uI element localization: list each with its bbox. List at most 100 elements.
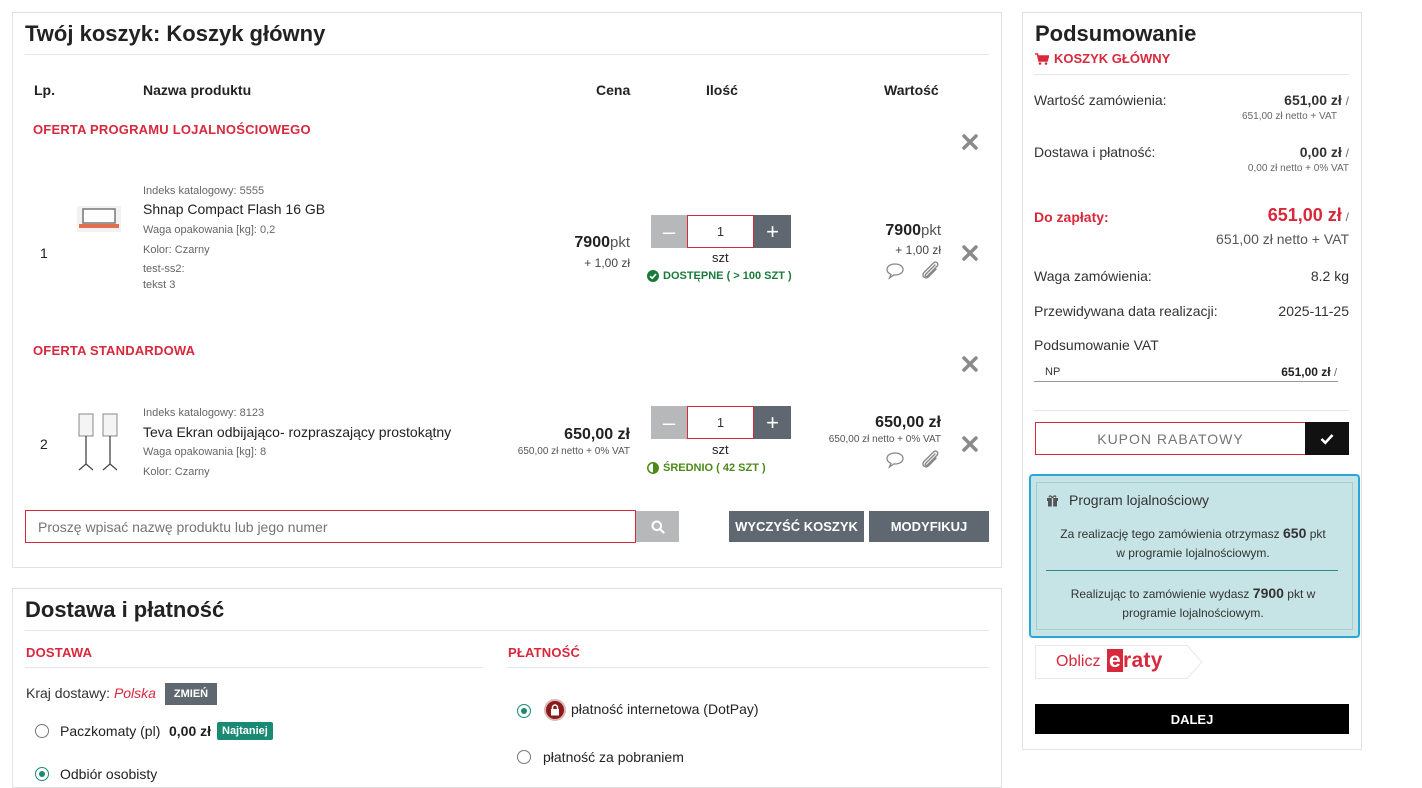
item-price: 7900pkt: [574, 234, 630, 252]
quantity-input[interactable]: [687, 215, 754, 248]
item-value-unit: pkt: [920, 222, 941, 239]
eraty-calculator-button[interactable]: Oblicz eraty: [1035, 645, 1203, 679]
to-pay-value: 651,00 zł /: [1268, 205, 1349, 226]
loyalty-gain-line2: w programie lojalnościowym.: [1116, 546, 1270, 560]
search-icon: [651, 520, 665, 534]
next-button[interactable]: DALEJ: [1035, 704, 1349, 734]
delivery-title-divider: [25, 630, 989, 631]
checkmark-icon: [1320, 433, 1334, 445]
availability-status: ŚREDNIO ( 42 SZT ): [647, 462, 766, 474]
group-loyalty-title: OFERTA PROGRAMU LOJALNOŚCIOWEGO: [33, 122, 311, 137]
loyalty-gain-points: 650: [1283, 525, 1307, 541]
payment-radio[interactable]: [517, 750, 531, 764]
header-value: Wartość: [884, 82, 939, 98]
coupon-apply-button[interactable]: [1305, 422, 1349, 455]
vat-rate: NP: [1045, 366, 1061, 378]
vat-divider: [1034, 381, 1338, 382]
item-attr: Waga opakowania [kg]: 8: [143, 446, 267, 458]
country-value: Polska: [113, 685, 156, 701]
dotpay-icon: [544, 699, 566, 721]
product-search-input[interactable]: [25, 510, 636, 543]
availability-text: DOSTĘPNE ( > 100 SZT ): [663, 270, 792, 282]
item-name-link[interactable]: Teva Ekran odbijająco- rozpraszający pro…: [143, 424, 451, 440]
remove-item-icon[interactable]: [960, 243, 980, 263]
payment-radio[interactable]: [517, 704, 531, 718]
quantity-stepper[interactable]: – +: [651, 406, 791, 439]
item-price-unit: pkt: [609, 234, 630, 251]
payment-heading: PŁATNOŚĆ: [508, 645, 581, 660]
payment-option-label[interactable]: płatność internetowa (DotPay): [571, 701, 759, 717]
coupon-input[interactable]: [1035, 422, 1306, 455]
remove-item-icon[interactable]: [960, 434, 980, 454]
decrease-qty-button[interactable]: –: [651, 406, 687, 439]
clear-cart-button[interactable]: WYCZYŚĆ KOSZYK: [729, 511, 864, 542]
cart-title: Twój koszyk: Koszyk główny: [25, 21, 326, 46]
search-button[interactable]: [636, 511, 679, 542]
item-index: Indeks katalogowy: 5555: [143, 185, 265, 197]
order-value-label: Wartość zamówienia:: [1034, 92, 1167, 108]
item-name-link[interactable]: Shnap Compact Flash 16 GB: [143, 201, 325, 217]
item-price-sub: + 1,00 zł: [584, 256, 630, 270]
shipping-sub: 0,00 zł netto + 0% VAT: [1247, 163, 1349, 174]
delivery-option-label[interactable]: Paczkomaty (pl): [60, 723, 160, 739]
item-value-sub: 650,00 zł netto + 0% VAT: [828, 434, 941, 445]
availability-text: ŚREDNIO ( 42 SZT ): [663, 462, 766, 474]
slash: /: [1345, 210, 1349, 224]
quantity-stepper[interactable]: – +: [651, 215, 791, 248]
decrease-qty-button[interactable]: –: [651, 215, 687, 248]
availability-status: DOSTĘPNE ( > 100 SZT ): [647, 270, 792, 282]
item-price-main: 7900: [574, 234, 610, 251]
cart-name-text: KOSZYK GŁÓWNY: [1054, 51, 1171, 66]
item-price-main: 650,00 zł: [564, 426, 630, 443]
payment-option-label[interactable]: płatność za pobraniem: [543, 749, 684, 765]
order-value-sub: 651,00 zł netto + VAT: [1242, 111, 1337, 122]
item-index: Indeks katalogowy: 8123: [143, 407, 265, 419]
item-value-main: 650,00 zł: [875, 414, 941, 431]
date-label: Przewidywana data realizacji:: [1034, 303, 1218, 319]
to-pay-label: Do zapłaty:: [1034, 209, 1109, 225]
weight-label: Waga zamówienia:: [1034, 268, 1152, 284]
remove-group-standard-icon[interactable]: [960, 354, 980, 374]
comment-icon[interactable]: [885, 451, 905, 474]
loyalty-spend-points: 7900: [1252, 585, 1284, 601]
qty-unit: szt: [712, 442, 729, 457]
increase-qty-button[interactable]: +: [754, 215, 791, 248]
increase-qty-button[interactable]: +: [754, 406, 791, 439]
to-pay-row: Do zapłaty: 651,00 zł / 651,00 zł netto …: [1034, 205, 1349, 249]
loyalty-gain-post: pkt: [1309, 527, 1326, 541]
product-thumbnail-1[interactable]: [73, 200, 125, 238]
to-pay-amount: 651,00 zł: [1267, 205, 1342, 225]
order-value-row: Wartość zamówienia: 651,00 zł / 651,00 z…: [1034, 92, 1349, 128]
summary-cart-name: KOSZYK GŁÓWNY: [1035, 51, 1170, 66]
product-thumbnail-2[interactable]: [73, 408, 125, 472]
attachment-icon[interactable]: [919, 260, 943, 287]
item-attr: Waga opakowania [kg]: 0,2: [143, 224, 276, 236]
check-circle-icon: [647, 270, 659, 282]
order-value-amount: 651,00 zł: [1284, 92, 1342, 108]
item-attr: test-ss2:: [143, 263, 185, 275]
delivery-option-label[interactable]: Odbiór osobisty: [60, 766, 157, 782]
slash: /: [1345, 146, 1349, 160]
vat-amount: 651,00 zł: [1281, 365, 1331, 379]
delivery-country: Kraj dostawy: Polska: [26, 685, 156, 701]
cart-icon: [1035, 52, 1049, 65]
eraty-prefix: Oblicz: [1056, 653, 1101, 670]
delivery-radio[interactable]: [35, 767, 49, 781]
loyalty-divider: [1046, 570, 1338, 571]
attachment-icon[interactable]: [919, 449, 943, 476]
delivery-radio[interactable]: [35, 724, 49, 738]
comment-icon[interactable]: [885, 262, 905, 285]
change-country-button[interactable]: ZMIEŃ: [165, 683, 217, 705]
item-lp: 1: [40, 245, 48, 261]
modify-button[interactable]: MODYFIKUJ: [869, 511, 989, 542]
loyalty-header: Program lojalnościowy: [1046, 492, 1209, 508]
item-attr: Kolor: Czarny: [143, 466, 210, 478]
loyalty-gain-text: Za realizację tego zamówienia otrzymasz …: [1036, 524, 1350, 563]
header-lp: Lp.: [34, 82, 55, 98]
item-value-sub: + 1,00 zł: [895, 243, 941, 257]
quantity-input[interactable]: [687, 406, 754, 439]
qty-unit: szt: [712, 250, 729, 265]
group-standard-title: OFERTA STANDARDOWA: [33, 343, 196, 358]
remove-group-loyalty-icon[interactable]: [960, 132, 980, 152]
eraty-logo: eraty: [1107, 649, 1163, 673]
